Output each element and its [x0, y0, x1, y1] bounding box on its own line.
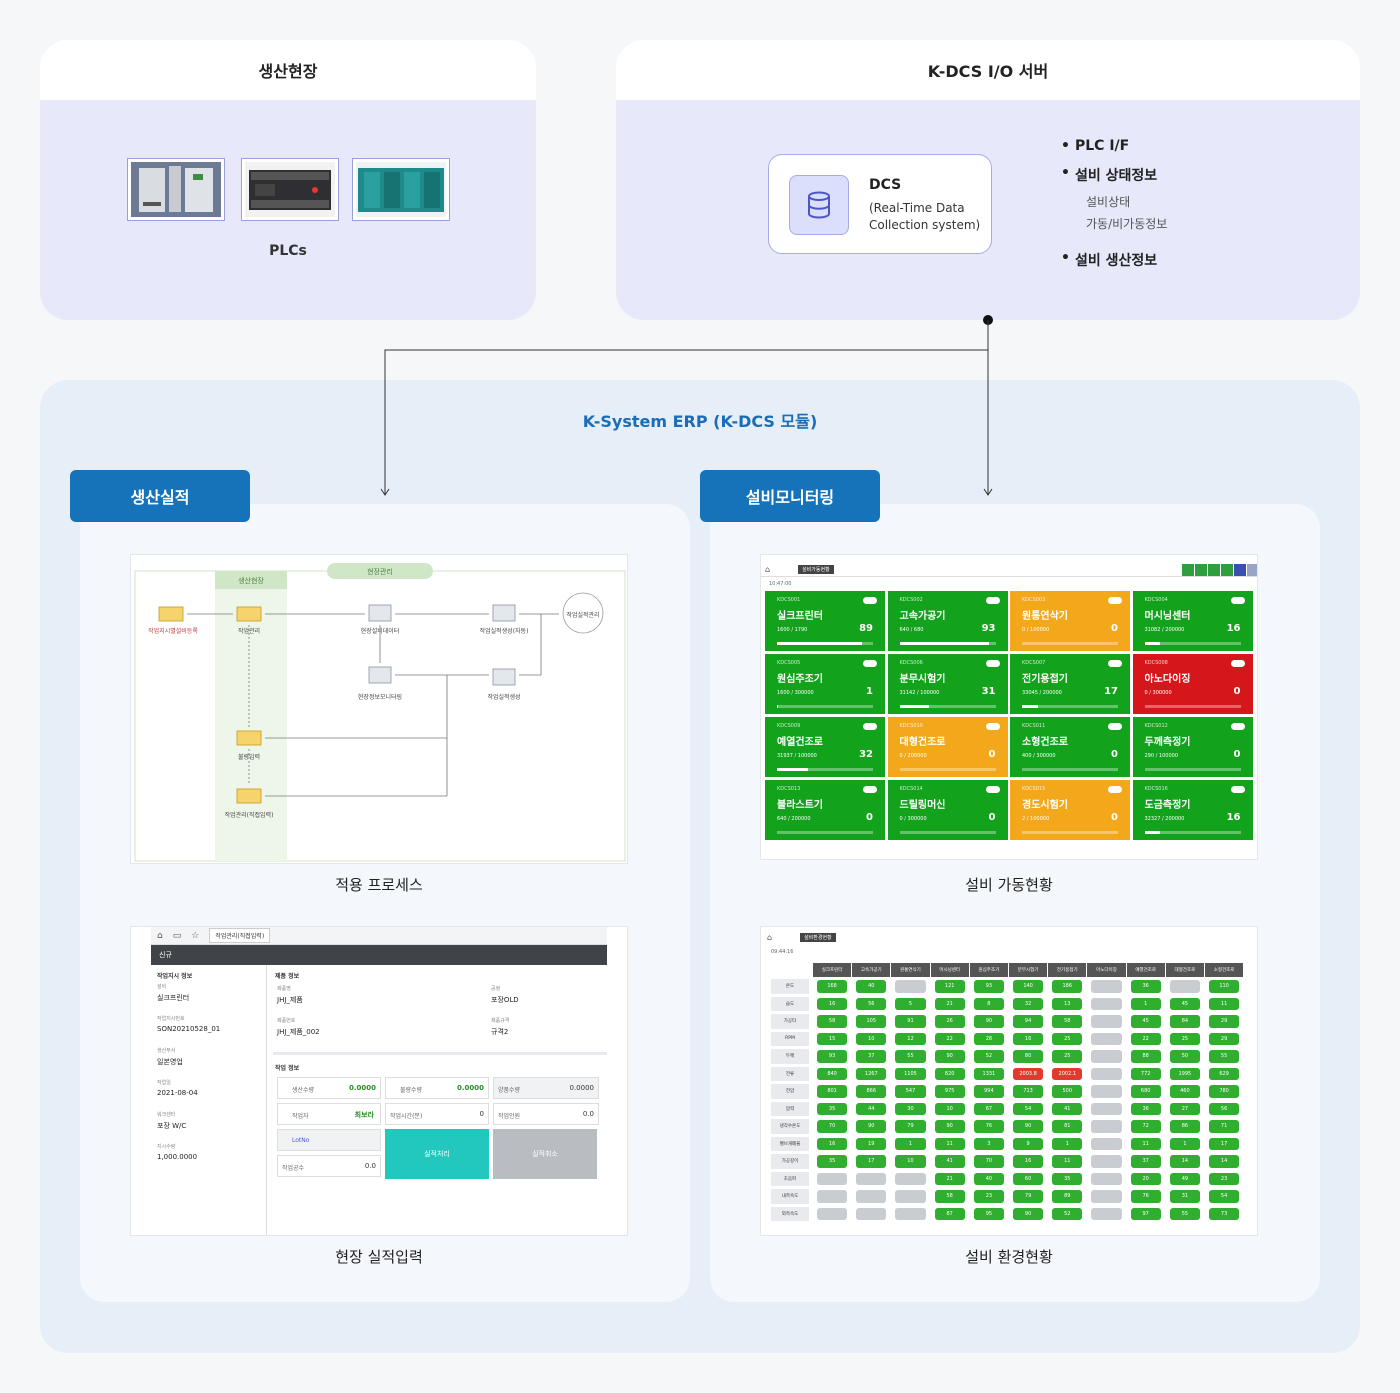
- connector-to-production: [384, 320, 989, 494]
- connector-lines: [380, 315, 993, 496]
